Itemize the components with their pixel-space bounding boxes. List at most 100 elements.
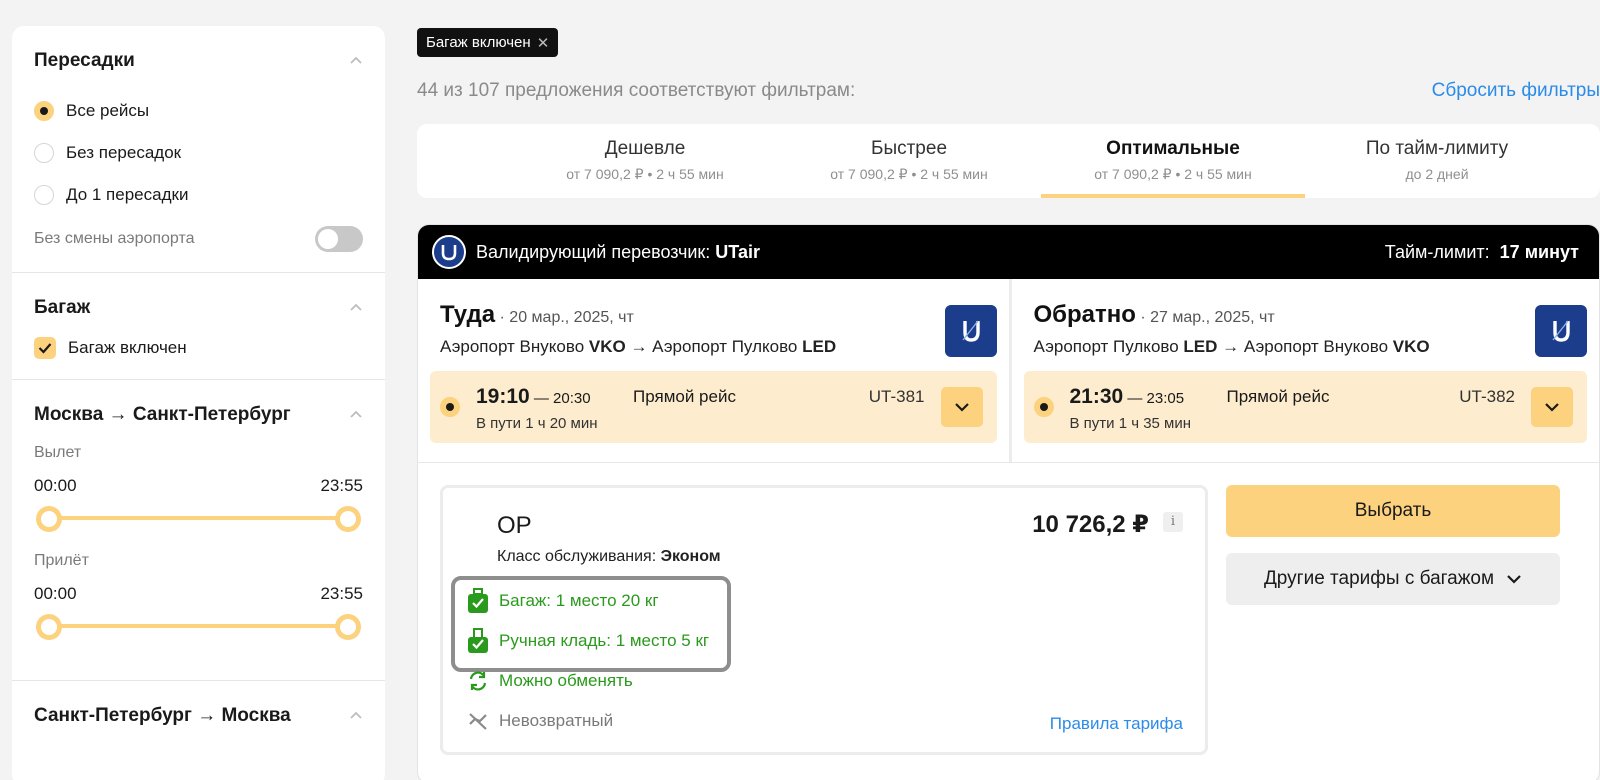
close-icon[interactable]: ✕ <box>537 34 550 52</box>
baggage-checkbox-row[interactable]: Багаж включен <box>34 337 363 359</box>
flight-segment[interactable]: 19:10 — 20:30 В пути 1 ч 20 мин Прямой р… <box>430 371 997 443</box>
fare-price: 10 726,2 ₽ <box>1032 511 1149 538</box>
radio-button[interactable] <box>34 185 54 205</box>
feature-carry-on: Ручная кладь: 1 место 5 кг <box>467 628 709 654</box>
time-limit-prefix: Тайм-лимит: <box>1384 241 1495 262</box>
other-fares-label: Другие тарифы с багажом <box>1263 568 1495 589</box>
route-arrow: → <box>625 337 653 356</box>
segment-times: 21:30 — 23:05 <box>1070 385 1185 409</box>
info-icon[interactable]: i <box>1163 512 1183 532</box>
radio-label: До 1 пересадки <box>66 185 189 204</box>
radio-label: Все рейсы <box>66 101 150 120</box>
from-code: VKO <box>588 337 626 356</box>
transfers-section: Пересадки Все рейсы Без пересадок До 1 п… <box>12 26 385 273</box>
filters-sidebar: Пересадки Все рейсы Без пересадок До 1 п… <box>12 26 385 780</box>
fare-rules-link[interactable]: Правила тарифа <box>1050 714 1183 734</box>
tab-optimal[interactable]: Оптимальные от 7 090,2 ₽ • 2 ч 55 мин <box>1041 124 1305 198</box>
leg-return: Обратно · 27 мар., 2025, чт Аэропорт Пул… <box>1008 279 1600 462</box>
feature-label: Можно обменять <box>499 671 633 690</box>
carrier-prefix: Валидирующий перевозчик: <box>476 241 716 262</box>
check-icon <box>38 343 52 354</box>
segment-radio[interactable] <box>440 397 460 417</box>
transfers-title: Пересадки <box>34 50 135 71</box>
radio-all-flights[interactable]: Все рейсы <box>34 90 363 132</box>
departure-time: 21:30 <box>1069 385 1124 408</box>
carry-on-check-icon <box>467 628 489 654</box>
radio-one-stop[interactable]: До 1 пересадки <box>34 174 363 216</box>
no-refund-icon <box>467 708 489 734</box>
radio-button[interactable] <box>34 143 54 163</box>
chevron-up-icon[interactable] <box>349 408 363 422</box>
route2-section: Санкт-Петербург → Москва <box>12 681 385 765</box>
active-filter-chip[interactable]: Багаж включен ✕ <box>417 28 559 57</box>
class-value: Эконом <box>660 548 721 565</box>
slider-track <box>48 624 349 628</box>
arrival-values: 00:00 23:55 <box>34 584 363 604</box>
reset-filters-link[interactable]: Сбросить фильтры <box>1432 80 1600 102</box>
segment-duration: В пути 1 ч 35 мин <box>1069 415 1192 432</box>
airline-logo-icon <box>1535 305 1587 357</box>
route1-title: Москва → Санкт-Петербург <box>34 404 291 425</box>
radio-label: Без пересадок <box>66 143 182 162</box>
tab-time-limit[interactable]: По тайм-лимиту до 2 дней <box>1305 124 1569 198</box>
departure-slider[interactable] <box>36 504 361 532</box>
sort-tabs: Дешевле от 7 090,2 ₽ • 2 ч 55 мин Быстре… <box>417 124 1600 198</box>
select-button[interactable]: Выбрать <box>1226 485 1560 537</box>
segment-radio[interactable] <box>1033 397 1054 417</box>
leg-route: Аэропорт Пулково LED → Аэропорт Внуково … <box>1024 337 1588 357</box>
leg-direction: Туда <box>440 301 496 328</box>
tab-cheaper[interactable]: Дешевле от 7 090,2 ₽ • 2 ч 55 мин <box>513 124 777 198</box>
departure-label: Вылет <box>34 444 82 461</box>
tab-title: По тайм-лимиту <box>1365 138 1509 159</box>
chevron-down-icon <box>954 403 969 412</box>
slider-handle-min[interactable] <box>36 614 62 640</box>
to-airport: Аэропорт Пулково <box>652 337 803 356</box>
segment-duration: В пути 1 ч 20 мин <box>476 415 598 432</box>
carrier-name: UTair <box>715 241 760 262</box>
feature-label: Невозвратный <box>499 711 614 730</box>
from-airport: Аэропорт Внуково <box>440 337 589 356</box>
chevron-up-icon[interactable] <box>349 301 363 315</box>
tab-subtitle: от 7 090,2 ₽ • 2 ч 55 мин <box>1094 166 1252 182</box>
chevron-up-icon[interactable] <box>349 709 363 723</box>
departure-values: 00:00 23:55 <box>34 476 363 496</box>
slider-handle-max[interactable] <box>335 506 361 532</box>
results-count: 44 из 107 предложения соответствуют филь… <box>417 80 856 101</box>
fare-name: OP <box>497 512 532 539</box>
radio-non-stop[interactable]: Без пересадок <box>34 132 363 174</box>
other-fares-button[interactable]: Другие тарифы с багажом <box>1226 553 1560 605</box>
fare-details: OP Класс обслуживания: Эконом 10 726,2 ₽… <box>440 485 1208 755</box>
feature-label: Багаж: 1 место 20 кг <box>499 591 659 610</box>
arrival-slider[interactable] <box>36 612 361 640</box>
leg-date: · 27 мар., 2025, чт <box>1135 309 1275 326</box>
chevron-up-icon[interactable] <box>349 54 363 68</box>
expand-segment-button[interactable] <box>940 387 983 427</box>
expand-segment-button[interactable] <box>1531 387 1573 427</box>
checkbox-label: Багаж включен <box>68 338 187 357</box>
slider-handle-max[interactable] <box>335 614 361 640</box>
same-airport-row: Без смены аэропорта <box>34 226 363 252</box>
baggage-title: Багаж <box>34 297 91 318</box>
flight-legs: Туда · 20 мар., 2025, чт Аэропорт Внуков… <box>418 279 1599 463</box>
tab-subtitle: от 7 090,2 ₽ • 2 ч 55 мин <box>566 166 724 182</box>
from-airport: Аэропорт Пулково <box>1033 337 1184 356</box>
tab-faster[interactable]: Быстрее от 7 090,2 ₽ • 2 ч 55 мин <box>777 124 1041 198</box>
validating-carrier: Валидирующий перевозчик: UTair <box>432 235 760 269</box>
slider-handle-min[interactable] <box>36 506 62 532</box>
departure-from: 00:00 <box>34 476 77 495</box>
to-airport: Аэропорт Внуково <box>1243 337 1393 356</box>
flight-segment[interactable]: 21:30 — 23:05 В пути 1 ч 35 мин Прямой р… <box>1023 371 1587 443</box>
route2-title: Санкт-Петербург → Москва <box>34 705 291 726</box>
radio-button[interactable] <box>34 101 54 121</box>
to-code: VKO <box>1392 337 1430 356</box>
segment-type: Прямой рейс <box>633 387 736 406</box>
leg-route: Аэропорт Внуково VKO → Аэропорт Пулково … <box>430 337 997 357</box>
offer-header: Валидирующий перевозчик: UTair Тайм-лими… <box>418 225 1599 279</box>
baggage-checkbox[interactable] <box>34 337 56 359</box>
route-arrow: → <box>1217 337 1244 356</box>
time-limit: Тайм-лимит: 17 минут <box>1385 242 1579 263</box>
from-code: LED <box>1183 337 1218 356</box>
arrival-time: — 20:30 <box>529 390 591 407</box>
same-airport-toggle[interactable] <box>315 226 363 252</box>
results-main: Багаж включен ✕ 44 из 107 предложения со… <box>417 28 1600 780</box>
